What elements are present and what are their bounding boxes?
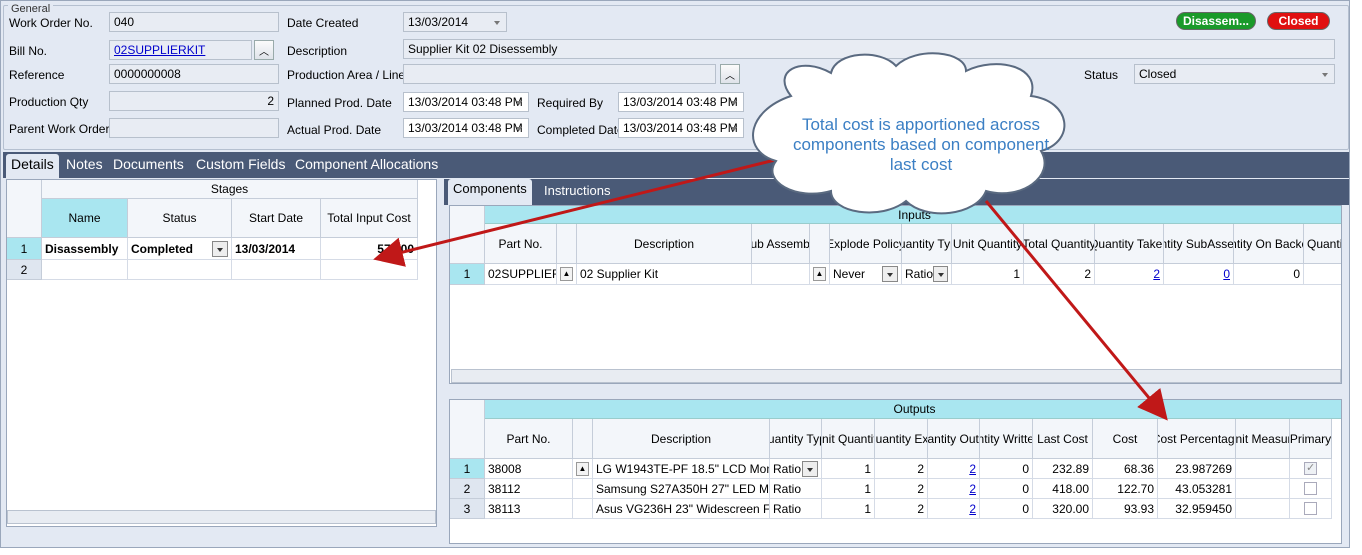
callout-text: Total cost is apportioned across compone… (792, 115, 1050, 174)
work-order-window: General Work Order No. 040 Bill No. 02SU… (0, 0, 1350, 548)
arrow-to-cost-percentage (984, 200, 1168, 421)
arrow-to-stage-cost (373, 154, 792, 267)
annotation-overlay (373, 52, 1168, 421)
